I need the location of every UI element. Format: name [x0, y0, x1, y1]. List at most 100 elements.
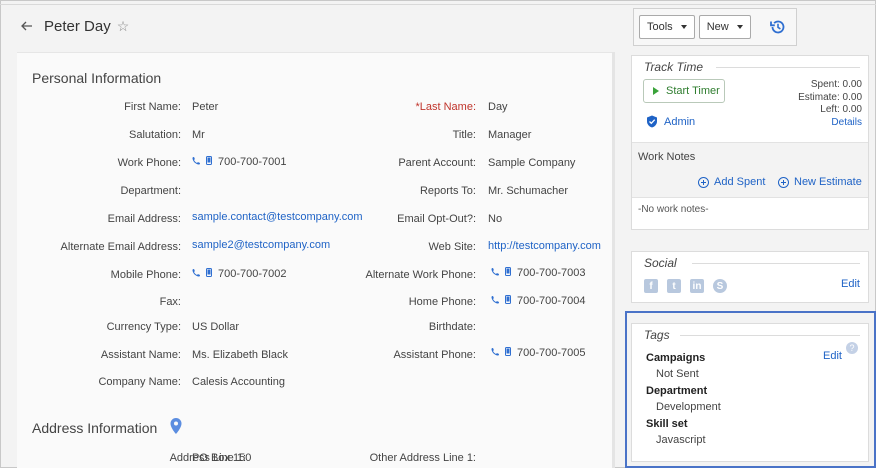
help-icon[interactable]: ? [846, 342, 858, 354]
work-phone-value: 700-700-7001 [192, 156, 287, 168]
tag-group-campaigns: Campaigns [646, 352, 706, 364]
alt-email-link[interactable]: sample2@testcompany.com [192, 239, 330, 251]
work-phone-number[interactable]: 700-700-7001 [218, 156, 287, 168]
assistant-name-value: Ms. Elizabeth Black [192, 349, 288, 361]
alt-work-phone-value: 700-700-7003 [491, 267, 586, 279]
history-icon[interactable] [769, 18, 787, 36]
add-spent-label: Add Spent [714, 176, 766, 188]
title-value: Manager [488, 129, 532, 141]
email-label: Email Address: [107, 213, 181, 225]
tag-group-skill-set: Skill set [646, 418, 688, 430]
map-pin-icon[interactable] [169, 417, 183, 435]
assistant-phone-value: 700-700-7005 [491, 347, 586, 359]
chevron-down-icon [680, 25, 687, 29]
tag-value-department: Development [656, 401, 721, 413]
plus-circle-icon [778, 176, 789, 188]
linkedin-icon[interactable]: in [690, 279, 704, 293]
phone-icon[interactable] [192, 268, 201, 280]
track-time-card: Track Time Start Timer Admin Spent: 0.00… [631, 55, 869, 230]
phone-icon[interactable] [491, 295, 500, 307]
tags-title: Tags [644, 328, 670, 342]
last-name-label: *Last Name: [415, 101, 476, 113]
play-icon [653, 87, 659, 95]
mobile-phone-number[interactable]: 700-700-7002 [218, 268, 287, 280]
card-divider [692, 263, 860, 264]
top-divider [0, 4, 876, 5]
currency-type-label: Currency Type: [106, 321, 181, 333]
new-estimate-link[interactable]: New Estimate [778, 176, 862, 188]
new-estimate-label: New Estimate [794, 176, 862, 188]
record-toolbar: Tools New [633, 8, 797, 46]
home-phone-number[interactable]: 700-700-7004 [517, 295, 586, 307]
start-timer-button[interactable]: Start Timer [643, 79, 725, 103]
parent-account-value: Sample Company [488, 157, 576, 169]
tags-edit-link[interactable]: Edit [823, 350, 842, 362]
skype-icon[interactable]: S [713, 279, 727, 293]
new-dropdown[interactable]: New [698, 15, 751, 39]
mobile-icon[interactable] [505, 347, 511, 359]
time-estimate: Estimate: 0.00 [798, 91, 862, 103]
social-edit-link[interactable]: Edit [841, 278, 860, 290]
email-link[interactable]: sample.contact@testcompany.com [192, 211, 363, 223]
facebook-icon[interactable]: f [644, 279, 658, 293]
phone-icons [192, 156, 212, 168]
details-link[interactable]: Details [798, 117, 862, 130]
mobile-phone-value: 700-700-7002 [192, 268, 287, 280]
social-title: Social [644, 256, 677, 270]
reports-to-value: Mr. Schumacher [488, 185, 569, 197]
phone-icon[interactable] [491, 347, 500, 359]
phone-icons [491, 295, 511, 307]
mobile-icon[interactable] [206, 268, 212, 280]
company-name-label: Company Name: [98, 376, 181, 388]
work-notes-title: Work Notes [638, 151, 696, 163]
scrollbar[interactable] [612, 52, 615, 468]
time-spent: Spent: 0.00 [810, 79, 862, 90]
details-panel: Personal Information First Name: Peter S… [17, 52, 614, 468]
card-divider [716, 67, 860, 68]
parent-account-label: Parent Account: [398, 157, 476, 169]
assignee[interactable]: Admin [646, 115, 695, 128]
shield-check-icon [646, 115, 658, 128]
page-title: Peter Day [44, 17, 111, 35]
alt-email-label: Alternate Email Address: [60, 241, 181, 253]
company-name-value: Calesis Accounting [192, 376, 285, 388]
birthdate-label: Birthdate: [428, 321, 476, 333]
twitter-icon[interactable]: t [667, 279, 681, 293]
arrow-left-icon[interactable] [20, 19, 34, 33]
last-name-value: Day [488, 101, 508, 113]
first-name-value: Peter [192, 101, 219, 113]
mobile-phone-label: Mobile Phone: [110, 269, 181, 281]
social-icons: f t in S [644, 279, 727, 293]
mobile-icon[interactable] [505, 267, 511, 279]
mobile-icon[interactable] [206, 156, 212, 168]
star-outline-icon[interactable]: ☆ [117, 18, 130, 35]
tools-dropdown[interactable]: Tools [639, 15, 695, 39]
email-opt-out-label: Email Opt-Out?: [397, 213, 476, 225]
assignee-name: Admin [664, 115, 696, 128]
home-phone-value: 700-700-7004 [491, 295, 586, 307]
assistant-phone-number[interactable]: 700-700-7005 [517, 347, 586, 359]
email-opt-out-value: No [488, 213, 503, 225]
website-link[interactable]: http://testcompany.com [488, 240, 601, 252]
phone-icon[interactable] [192, 156, 201, 168]
alt-work-phone-number[interactable]: 700-700-7003 [517, 267, 586, 279]
work-phone-label: Work Phone: [117, 157, 181, 169]
mobile-icon[interactable] [505, 295, 511, 307]
phone-icon[interactable] [491, 267, 500, 279]
currency-type-value: US Dollar [192, 321, 240, 333]
first-name-label: First Name: [124, 101, 181, 113]
phone-icons [491, 347, 511, 359]
add-spent-link[interactable]: Add Spent [698, 176, 765, 188]
reports-to-label: Reports To: [419, 185, 476, 197]
time-left: Left: 0.00 [820, 104, 862, 115]
work-notes-section: Work Notes Add Spent New Estimate [632, 142, 868, 198]
fax-label: Fax: [159, 296, 181, 308]
personal-info-heading: Personal Information [32, 70, 162, 86]
home-phone-label: Home Phone: [408, 296, 476, 308]
address-info-heading: Address Information [32, 420, 158, 436]
website-label: Web Site: [428, 241, 477, 253]
phone-icons [491, 267, 511, 279]
time-stats: Spent: 0.00 Estimate: 0.00 Left: 0.00 De… [798, 79, 862, 129]
no-work-notes: -No work notes- [638, 204, 709, 215]
tags-card: Tags Edit ? Campaigns Not Sent Departmen… [631, 323, 869, 462]
